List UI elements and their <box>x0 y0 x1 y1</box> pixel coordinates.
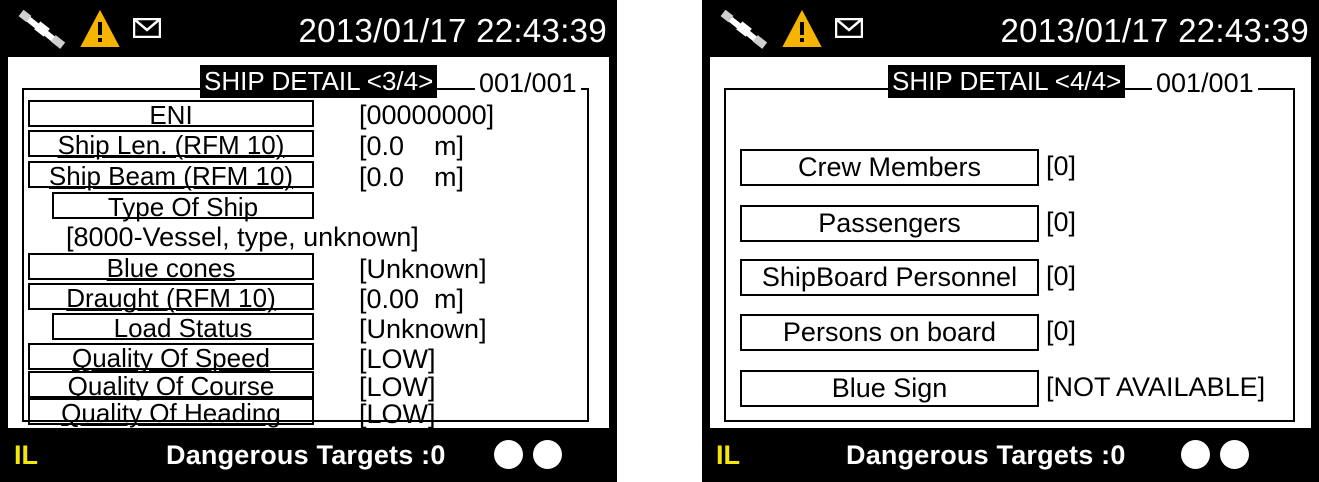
page-title: SHIP DETAIL <3/4> <box>200 65 438 98</box>
ship-detail-screen-3: 2013/01/17 22:43:39 SHIP DETAIL <3/4> 00… <box>0 0 617 482</box>
quality-speed-label: Quality Of Speed <box>28 343 314 371</box>
warning-icon <box>80 10 120 47</box>
detail-panel: SHIP DETAIL <3/4> 001/001 ENI [00000000]… <box>8 57 609 428</box>
datetime: 2013/01/17 22:43:39 <box>298 12 607 49</box>
status-dot-2 <box>533 440 562 469</box>
blue-sign-value: [NOT AVAILABLE] <box>1046 372 1266 402</box>
quality-course-label: Quality Of Course <box>28 371 314 399</box>
record-counter: 001/001 <box>475 67 581 100</box>
passengers-label: Passengers <box>740 205 1039 242</box>
ship-detail-screen-4: 2013/01/17 22:43:39 SHIP DETAIL <4/4> 00… <box>702 0 1319 482</box>
ship-beam-label: Ship Beam (RFM 10) <box>28 161 314 189</box>
top-status-bar: 2013/01/17 22:43:39 <box>702 0 1319 57</box>
page-title: SHIP DETAIL <4/4> <box>888 65 1126 98</box>
load-status-label: Load Status <box>52 313 314 341</box>
mail-icon <box>835 18 863 38</box>
crew-members-label: Crew Members <box>740 149 1039 186</box>
status-dot-1 <box>494 440 523 469</box>
dangerous-targets-count: Dangerous Targets :0 <box>846 440 1126 470</box>
quality-heading-value: [LOW] <box>359 399 436 429</box>
persons-on-board-value: [0] <box>1046 316 1077 346</box>
bottom-status-bar: IL Dangerous Targets :0 <box>702 428 1319 482</box>
top-status-bar: 2013/01/17 22:43:39 <box>0 0 617 57</box>
dangerous-targets-count: Dangerous Targets :0 <box>166 440 446 470</box>
warning-icon <box>782 10 822 47</box>
mail-icon <box>133 18 161 38</box>
load-status-value: [Unknown] <box>359 314 487 344</box>
passengers-value: [0] <box>1046 207 1077 237</box>
satellite-icon <box>720 10 768 49</box>
detail-panel: SHIP DETAIL <4/4> 001/001 Crew Members [… <box>710 57 1311 428</box>
draught-label: Draught (RFM 10) <box>28 283 314 311</box>
status-dot-1 <box>1181 440 1210 469</box>
datetime: 2013/01/17 22:43:39 <box>1000 12 1309 49</box>
shipboard-personnel-label: ShipBoard Personnel <box>740 259 1039 296</box>
satellite-icon <box>18 10 66 49</box>
record-counter: 001/001 <box>1152 67 1258 100</box>
persons-on-board-label: Persons on board <box>740 314 1039 351</box>
shipboard-personnel-value: [0] <box>1046 261 1077 291</box>
draught-value: [0.00 m] <box>359 284 465 314</box>
ship-length-label: Ship Len. (RFM 10) <box>28 130 314 158</box>
quality-speed-value: [LOW] <box>359 344 436 374</box>
bottom-status-bar: IL Dangerous Targets :0 <box>0 428 617 482</box>
mode-indicator: IL <box>716 440 740 470</box>
mode-indicator: IL <box>14 440 38 470</box>
eni-label: ENI <box>28 100 314 128</box>
blue-sign-label: Blue Sign <box>740 370 1039 407</box>
blue-cones-label: Blue cones <box>28 253 314 281</box>
ship-type-value: [8000-Vessel, type, unknown] <box>66 222 419 252</box>
status-dot-2 <box>1220 440 1249 469</box>
ship-beam-value: [0.0 m] <box>359 162 465 192</box>
ship-length-value: [0.0 m] <box>359 131 465 161</box>
crew-members-value: [0] <box>1046 151 1077 181</box>
eni-value: [00000000] <box>359 100 495 130</box>
ship-type-label: Type Of Ship <box>52 192 314 220</box>
quality-heading-label: Quality Of Heading <box>28 398 314 426</box>
blue-cones-value: [Unknown] <box>359 254 487 284</box>
quality-course-value: [LOW] <box>359 372 436 402</box>
